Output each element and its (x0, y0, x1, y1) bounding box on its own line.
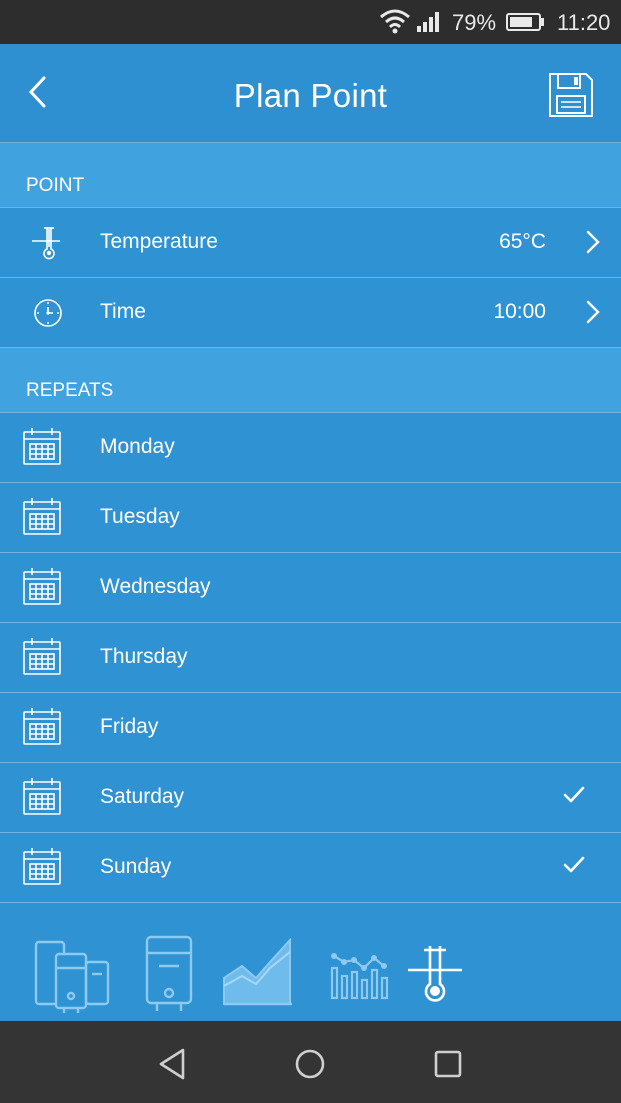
day-label: Sunday (100, 855, 172, 878)
calendar-icon (23, 708, 61, 745)
battery-icon (506, 13, 544, 31)
day-label: Thursday (100, 645, 188, 668)
day-label: Tuesday (100, 505, 180, 528)
wifi-icon (380, 9, 410, 34)
chevron-right-icon (586, 300, 600, 324)
clock-icon (34, 299, 62, 327)
section-header-point: POINT (0, 142, 621, 207)
calendar-icon (23, 568, 61, 605)
nav-home-icon[interactable] (290, 1044, 330, 1084)
day-label: Monday (100, 435, 175, 458)
temperature-value: 65°C (499, 230, 546, 253)
section-heading: REPEATS (26, 380, 114, 401)
nav-recents-icon[interactable] (428, 1044, 468, 1084)
status-time: 11:20 (557, 10, 611, 35)
status-bar: 79% 11:20 (0, 0, 621, 44)
day-row-monday[interactable]: Monday (0, 412, 621, 482)
nav-back-icon[interactable] (153, 1044, 193, 1084)
time-label: Time (100, 300, 146, 323)
day-row-saturday[interactable]: Saturday (0, 762, 621, 832)
time-value: 10:00 (493, 300, 546, 323)
system-nav-bar (0, 1021, 621, 1103)
day-label: Wednesday (100, 575, 211, 598)
section-heading: POINT (26, 175, 85, 196)
calendar-icon (23, 778, 61, 815)
list-end-divider (0, 902, 621, 921)
calendar-icon (23, 428, 61, 465)
day-row-friday[interactable]: Friday (0, 692, 621, 762)
temperature-label: Temperature (100, 230, 218, 253)
day-row-tuesday[interactable]: Tuesday (0, 482, 621, 552)
signal-icon (417, 12, 439, 32)
battery-percentage: 79% (452, 10, 497, 35)
multi-heater-icon[interactable] (34, 938, 112, 1014)
section-header-repeats: REPEATS (0, 347, 621, 412)
chevron-right-icon (586, 230, 600, 254)
bottom-nav (0, 920, 621, 1021)
thermometer-icon[interactable] (406, 942, 464, 1006)
bar-line-chart-icon[interactable] (329, 948, 393, 1002)
area-chart-icon[interactable] (222, 938, 294, 1008)
day-row-wednesday[interactable]: Wednesday (0, 552, 621, 622)
day-label: Saturday (100, 785, 185, 808)
day-label: Friday (100, 715, 159, 738)
app-header: Plan Point (0, 44, 621, 142)
day-row-thursday[interactable]: Thursday (0, 622, 621, 692)
water-heater-icon[interactable] (145, 935, 193, 1015)
page-title: Plan Point (233, 77, 388, 114)
calendar-icon (23, 638, 61, 675)
checkmark-icon (563, 786, 585, 803)
day-row-sunday[interactable]: Sunday (0, 832, 621, 902)
thermometer-icon (32, 227, 60, 260)
checkmark-icon (563, 856, 585, 873)
save-icon[interactable] (548, 72, 594, 118)
calendar-icon (23, 498, 61, 535)
calendar-icon (23, 848, 61, 885)
time-row[interactable]: Time 10:00 (0, 277, 621, 347)
temperature-row[interactable]: Temperature 65°C (0, 207, 621, 277)
